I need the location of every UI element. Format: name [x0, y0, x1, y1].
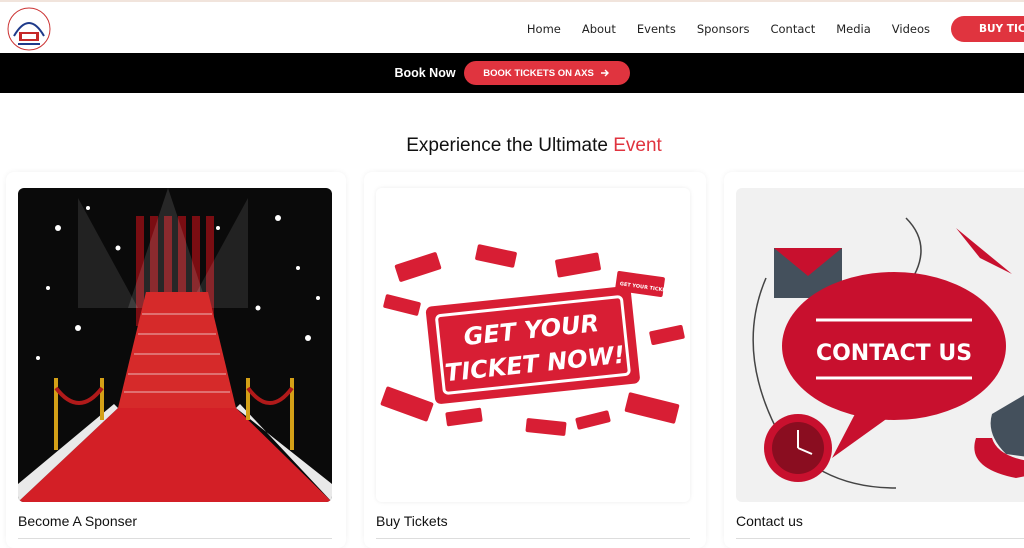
card-caption-buy-tickets[interactable]: Buy Tickets: [376, 513, 448, 529]
card-grid: Become A Sponser GET YOUR TICKET NOW! GE…: [0, 172, 1024, 548]
book-tickets-axs-button[interactable]: BOOK TICKETS ON AXS: [463, 61, 630, 85]
nav-home[interactable]: Home: [527, 22, 561, 36]
card-image-contact[interactable]: CONTACT US: [736, 188, 1024, 502]
card-image-red-carpet[interactable]: [18, 188, 332, 502]
book-tickets-axs-label: BOOK TICKETS ON AXS: [483, 67, 594, 79]
nav-contact[interactable]: Contact: [770, 22, 815, 36]
section-title: Experience the Ultimate Event: [0, 135, 1024, 157]
card-contact[interactable]: CONTACT US Contact us: [724, 172, 1024, 548]
contact-illustration: CONTACT US: [736, 188, 1024, 502]
card-buy-tickets[interactable]: GET YOUR TICKET NOW! GET YOUR TICKET NOW…: [364, 172, 706, 548]
red-carpet-illustration: [18, 188, 332, 502]
nav-sponsors[interactable]: Sponsors: [697, 22, 750, 36]
card-divider: [376, 538, 690, 539]
card-image-tickets[interactable]: GET YOUR TICKET NOW! GET YOUR TICKET NOW: [376, 188, 690, 502]
buy-tickets-button[interactable]: BUY TICKETS: [951, 15, 1024, 42]
brand-logo[interactable]: [6, 6, 52, 52]
book-now-label: Book Now: [394, 66, 456, 80]
header: Home About Events Sponsors Contact Media…: [0, 0, 1024, 53]
section-title-main: Experience the Ultimate: [406, 135, 608, 156]
contact-art-text: CONTACT US: [816, 341, 972, 366]
card-caption-sponsor[interactable]: Become A Sponser: [18, 513, 137, 529]
card-sponsor[interactable]: Become A Sponser: [6, 172, 346, 548]
section-title-highlight: Event: [613, 135, 662, 156]
main-nav: Home About Events Sponsors Contact Media…: [527, 2, 1024, 55]
promo-bar: Book Now BOOK TICKETS ON AXS: [0, 53, 1024, 93]
nav-events[interactable]: Events: [637, 22, 676, 36]
nav-about[interactable]: About: [582, 22, 616, 36]
ticket-illustration: GET YOUR TICKET NOW! GET YOUR TICKET NOW: [376, 188, 690, 502]
nav-videos[interactable]: Videos: [892, 22, 930, 36]
nav-media[interactable]: Media: [836, 22, 871, 36]
card-divider: [736, 538, 1024, 539]
card-divider: [18, 538, 332, 539]
arrow-right-icon: [600, 69, 609, 77]
card-caption-contact[interactable]: Contact us: [736, 513, 803, 529]
